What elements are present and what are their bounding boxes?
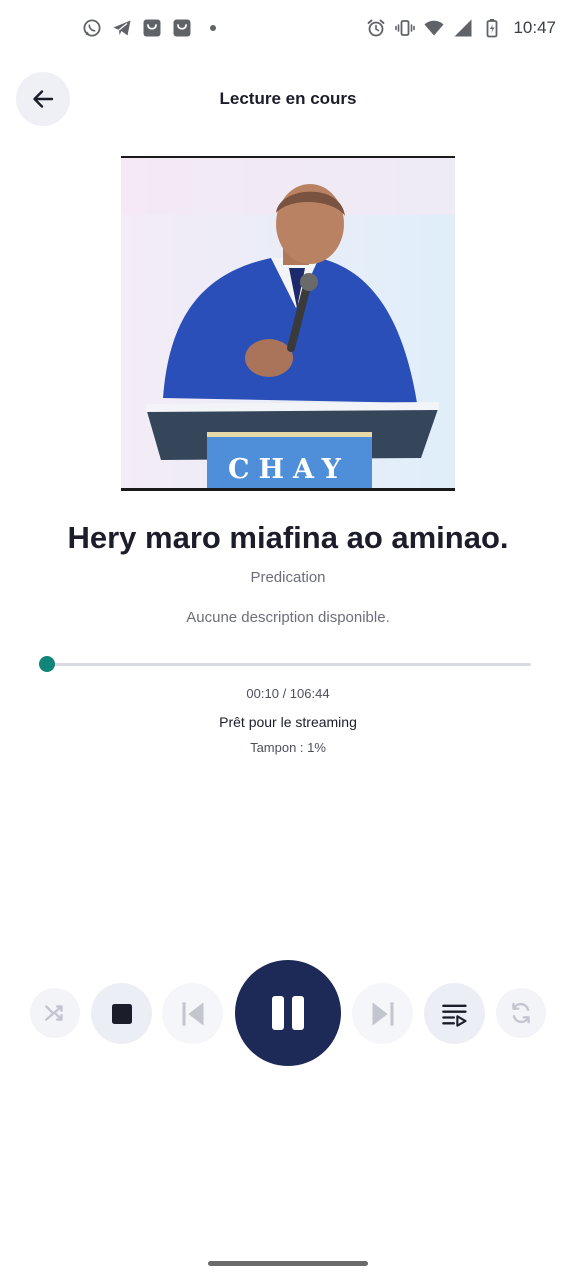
- telegram-icon: [113, 20, 131, 36]
- stream-status: Prêt pour le streaming: [219, 714, 357, 730]
- queue-music-icon: [441, 1004, 467, 1027]
- track-title: Hery maro miafina ao aminao.: [67, 520, 509, 555]
- shuffle-icon: [45, 1005, 63, 1021]
- seek-bar-thumb[interactable]: [39, 656, 55, 672]
- repeat-icon: [512, 1002, 530, 1024]
- preacher-image: CHAY: [121, 158, 455, 488]
- buffer-status: Tampon : 1%: [250, 740, 326, 755]
- previous-button[interactable]: [162, 983, 223, 1044]
- shop-icon: [173, 19, 191, 37]
- wifi-icon: [424, 20, 444, 36]
- battery-charging-icon: [487, 19, 498, 38]
- shop-icon: [143, 19, 161, 37]
- playback-time: 00:10 / 106:44: [246, 686, 330, 701]
- queue-button[interactable]: [424, 983, 485, 1044]
- skip-previous-icon: [182, 1001, 203, 1026]
- track-description: Aucune description disponible.: [186, 609, 390, 626]
- stop-icon: [111, 1003, 132, 1024]
- home-indicator[interactable]: [208, 1261, 368, 1266]
- podium-text: CHAY: [228, 454, 350, 485]
- dot-icon: [210, 25, 216, 31]
- signal-icon: [454, 19, 472, 37]
- vibrate-icon: [395, 20, 416, 36]
- next-button[interactable]: [352, 983, 413, 1044]
- notification-icons: [82, 17, 216, 39]
- stop-button[interactable]: [91, 983, 152, 1044]
- shuffle-button[interactable]: [30, 988, 80, 1038]
- page-title: Lecture en cours: [219, 89, 357, 108]
- pause-icon: [272, 996, 304, 1030]
- track-category: Predication: [250, 569, 326, 586]
- status-bar: 10:47: [0, 0, 576, 56]
- pause-button[interactable]: [235, 960, 341, 1066]
- status-time: 10:47: [513, 18, 556, 37]
- track-artwork: CHAY: [121, 156, 455, 491]
- alarm-icon: [368, 19, 385, 37]
- seek-bar[interactable]: [39, 656, 531, 672]
- repeat-button[interactable]: [496, 988, 546, 1038]
- whatsapp-icon: [83, 19, 101, 37]
- skip-next-icon: [372, 1001, 393, 1026]
- system-icons: 10:47: [366, 17, 556, 39]
